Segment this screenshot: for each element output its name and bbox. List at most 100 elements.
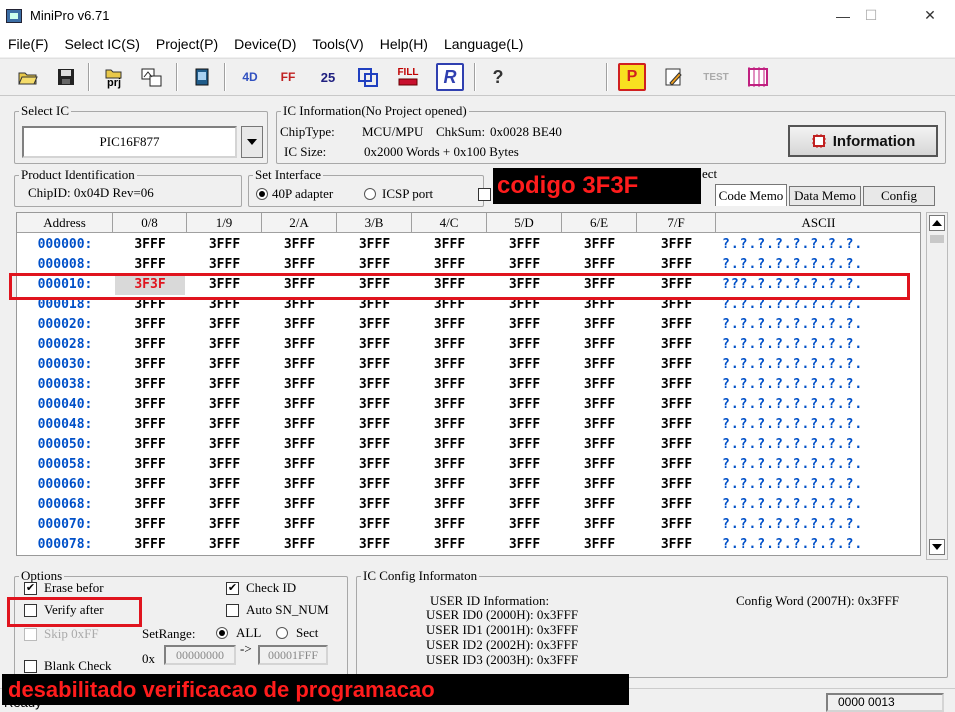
data-cell[interactable]: 3FFF <box>115 335 185 355</box>
data-cell[interactable]: 3FFF <box>115 355 185 375</box>
data-cell[interactable]: 3FFF <box>264 475 335 495</box>
logic-icon[interactable] <box>744 63 772 91</box>
data-cell[interactable]: 3FFF <box>264 515 335 535</box>
data-cell[interactable]: 3FFF <box>564 515 635 535</box>
menu-select-ic[interactable]: Select IC(S) <box>56 36 147 52</box>
fill-icon[interactable]: FILL <box>394 63 422 91</box>
data-cell[interactable]: 3FFF <box>189 415 260 435</box>
data-cell[interactable]: 3FFF <box>189 375 260 395</box>
data-cell[interactable]: 3FFF <box>639 235 714 255</box>
data-cell[interactable]: 3FFF <box>264 355 335 375</box>
data-cell[interactable]: 3FFF <box>489 375 560 395</box>
data-cell[interactable]: 3FFF <box>564 235 635 255</box>
menu-tools[interactable]: Tools(V) <box>304 36 371 52</box>
data-cell[interactable]: 3FFF <box>489 335 560 355</box>
maximize-button[interactable]: ☐ <box>848 0 894 31</box>
test-icon[interactable]: TEST <box>702 63 730 91</box>
read-icon[interactable]: 4D <box>236 63 264 91</box>
save-icon[interactable] <box>52 63 80 91</box>
data-cell[interactable]: 3FFF <box>115 475 185 495</box>
data-cell[interactable]: 3FFF <box>489 455 560 475</box>
data-cell[interactable]: 3FFF <box>264 455 335 475</box>
data-cell[interactable]: 3FFF <box>115 535 185 555</box>
save-project-icon[interactable] <box>138 63 166 91</box>
data-cell[interactable]: 3FFF <box>564 535 635 555</box>
tab-code-memo[interactable]: Code Memo <box>715 184 787 206</box>
data-cell[interactable]: 3FFF <box>639 475 714 495</box>
chip-icon[interactable] <box>188 63 216 91</box>
data-cell[interactable]: 3FFF <box>264 495 335 515</box>
blank-check-icon[interactable]: 25 <box>314 63 342 91</box>
data-cell[interactable]: 3FFF <box>414 315 485 335</box>
data-cell[interactable]: 3FFF <box>189 235 260 255</box>
data-cell[interactable]: 3FFF <box>189 475 260 495</box>
data-cell[interactable]: 3FFF <box>639 375 714 395</box>
data-cell[interactable]: 3FFF <box>264 415 335 435</box>
data-cell[interactable]: 3FFF <box>339 535 410 555</box>
data-cell[interactable]: 3FFF <box>189 535 260 555</box>
data-cell[interactable]: 3FFF <box>339 395 410 415</box>
data-cell[interactable]: 3FFF <box>115 235 185 255</box>
data-cell[interactable]: 3FFF <box>489 435 560 455</box>
data-cell[interactable]: 3FFF <box>264 375 335 395</box>
data-cell[interactable]: 3FFF <box>639 355 714 375</box>
scroll-up-button[interactable] <box>929 215 945 231</box>
data-cell[interactable]: 3FFF <box>414 475 485 495</box>
edit-icon[interactable] <box>660 63 688 91</box>
hidden-checkbox[interactable] <box>478 188 491 201</box>
data-cell[interactable]: 3FFF <box>115 315 185 335</box>
verify-icon[interactable] <box>354 63 382 91</box>
data-cell[interactable]: 3FFF <box>639 455 714 475</box>
data-cell[interactable]: 3FFF <box>339 435 410 455</box>
data-cell[interactable]: 3FFF <box>639 415 714 435</box>
data-cell[interactable]: 3FFF <box>564 475 635 495</box>
auto-sn-checkbox[interactable] <box>226 604 239 617</box>
data-cell[interactable]: 3FFF <box>115 495 185 515</box>
range-to-input[interactable]: 00001FFF <box>258 645 328 665</box>
data-cell[interactable]: 3FFF <box>339 375 410 395</box>
data-cell[interactable]: 3FFF <box>339 235 410 255</box>
open-icon[interactable] <box>14 63 42 91</box>
data-cell[interactable]: 3FFF <box>189 355 260 375</box>
data-cell[interactable]: 3FFF <box>489 255 560 275</box>
data-cell[interactable]: 3FFF <box>115 375 185 395</box>
data-cell[interactable]: 3FFF <box>264 235 335 255</box>
data-cell[interactable]: 3FFF <box>564 335 635 355</box>
data-cell[interactable]: 3FFF <box>189 495 260 515</box>
data-cell[interactable]: 3FFF <box>339 315 410 335</box>
data-cell[interactable]: 3FFF <box>489 315 560 335</box>
interface-icsp-radio[interactable] <box>364 188 376 200</box>
data-cell[interactable]: 3FFF <box>414 395 485 415</box>
data-cell[interactable]: 3FFF <box>339 455 410 475</box>
data-cell[interactable]: 3FFF <box>189 255 260 275</box>
information-button[interactable]: Information <box>788 125 938 157</box>
data-cell[interactable]: 3FFF <box>264 395 335 415</box>
data-cell[interactable]: 3FFF <box>489 535 560 555</box>
data-cell[interactable]: 3FFF <box>489 515 560 535</box>
data-cell[interactable]: 3FFF <box>264 435 335 455</box>
read-id-icon[interactable]: R <box>436 63 464 91</box>
data-cell[interactable]: 3FFF <box>414 515 485 535</box>
data-cell[interactable]: 3FFF <box>489 355 560 375</box>
data-cell[interactable]: 3FFF <box>414 495 485 515</box>
data-cell[interactable]: 3FFF <box>189 315 260 335</box>
data-cell[interactable]: 3FFF <box>414 455 485 475</box>
data-cell[interactable]: 3FFF <box>189 395 260 415</box>
data-cell[interactable]: 3FFF <box>564 415 635 435</box>
data-cell[interactable]: 3FFF <box>414 255 485 275</box>
erase-before-checkbox[interactable]: ✔ <box>24 582 37 595</box>
data-cell[interactable]: 3FFF <box>639 495 714 515</box>
data-cell[interactable]: 3FFF <box>489 475 560 495</box>
data-cell[interactable]: 3FFF <box>339 355 410 375</box>
open-project-icon[interactable]: prj <box>100 63 128 91</box>
data-cell[interactable]: 3FFF <box>115 395 185 415</box>
data-cell[interactable]: 3FFF <box>414 415 485 435</box>
data-cell[interactable]: 3FFF <box>115 255 185 275</box>
data-cell[interactable]: 3FFF <box>189 435 260 455</box>
help-icon[interactable]: ? <box>484 63 512 91</box>
data-cell[interactable]: 3FFF <box>414 375 485 395</box>
data-cell[interactable]: 3FFF <box>339 255 410 275</box>
tab-data-memo[interactable]: Data Memo <box>789 186 861 206</box>
data-cell[interactable]: 3FFF <box>564 375 635 395</box>
blank-check-checkbox[interactable] <box>24 660 37 673</box>
